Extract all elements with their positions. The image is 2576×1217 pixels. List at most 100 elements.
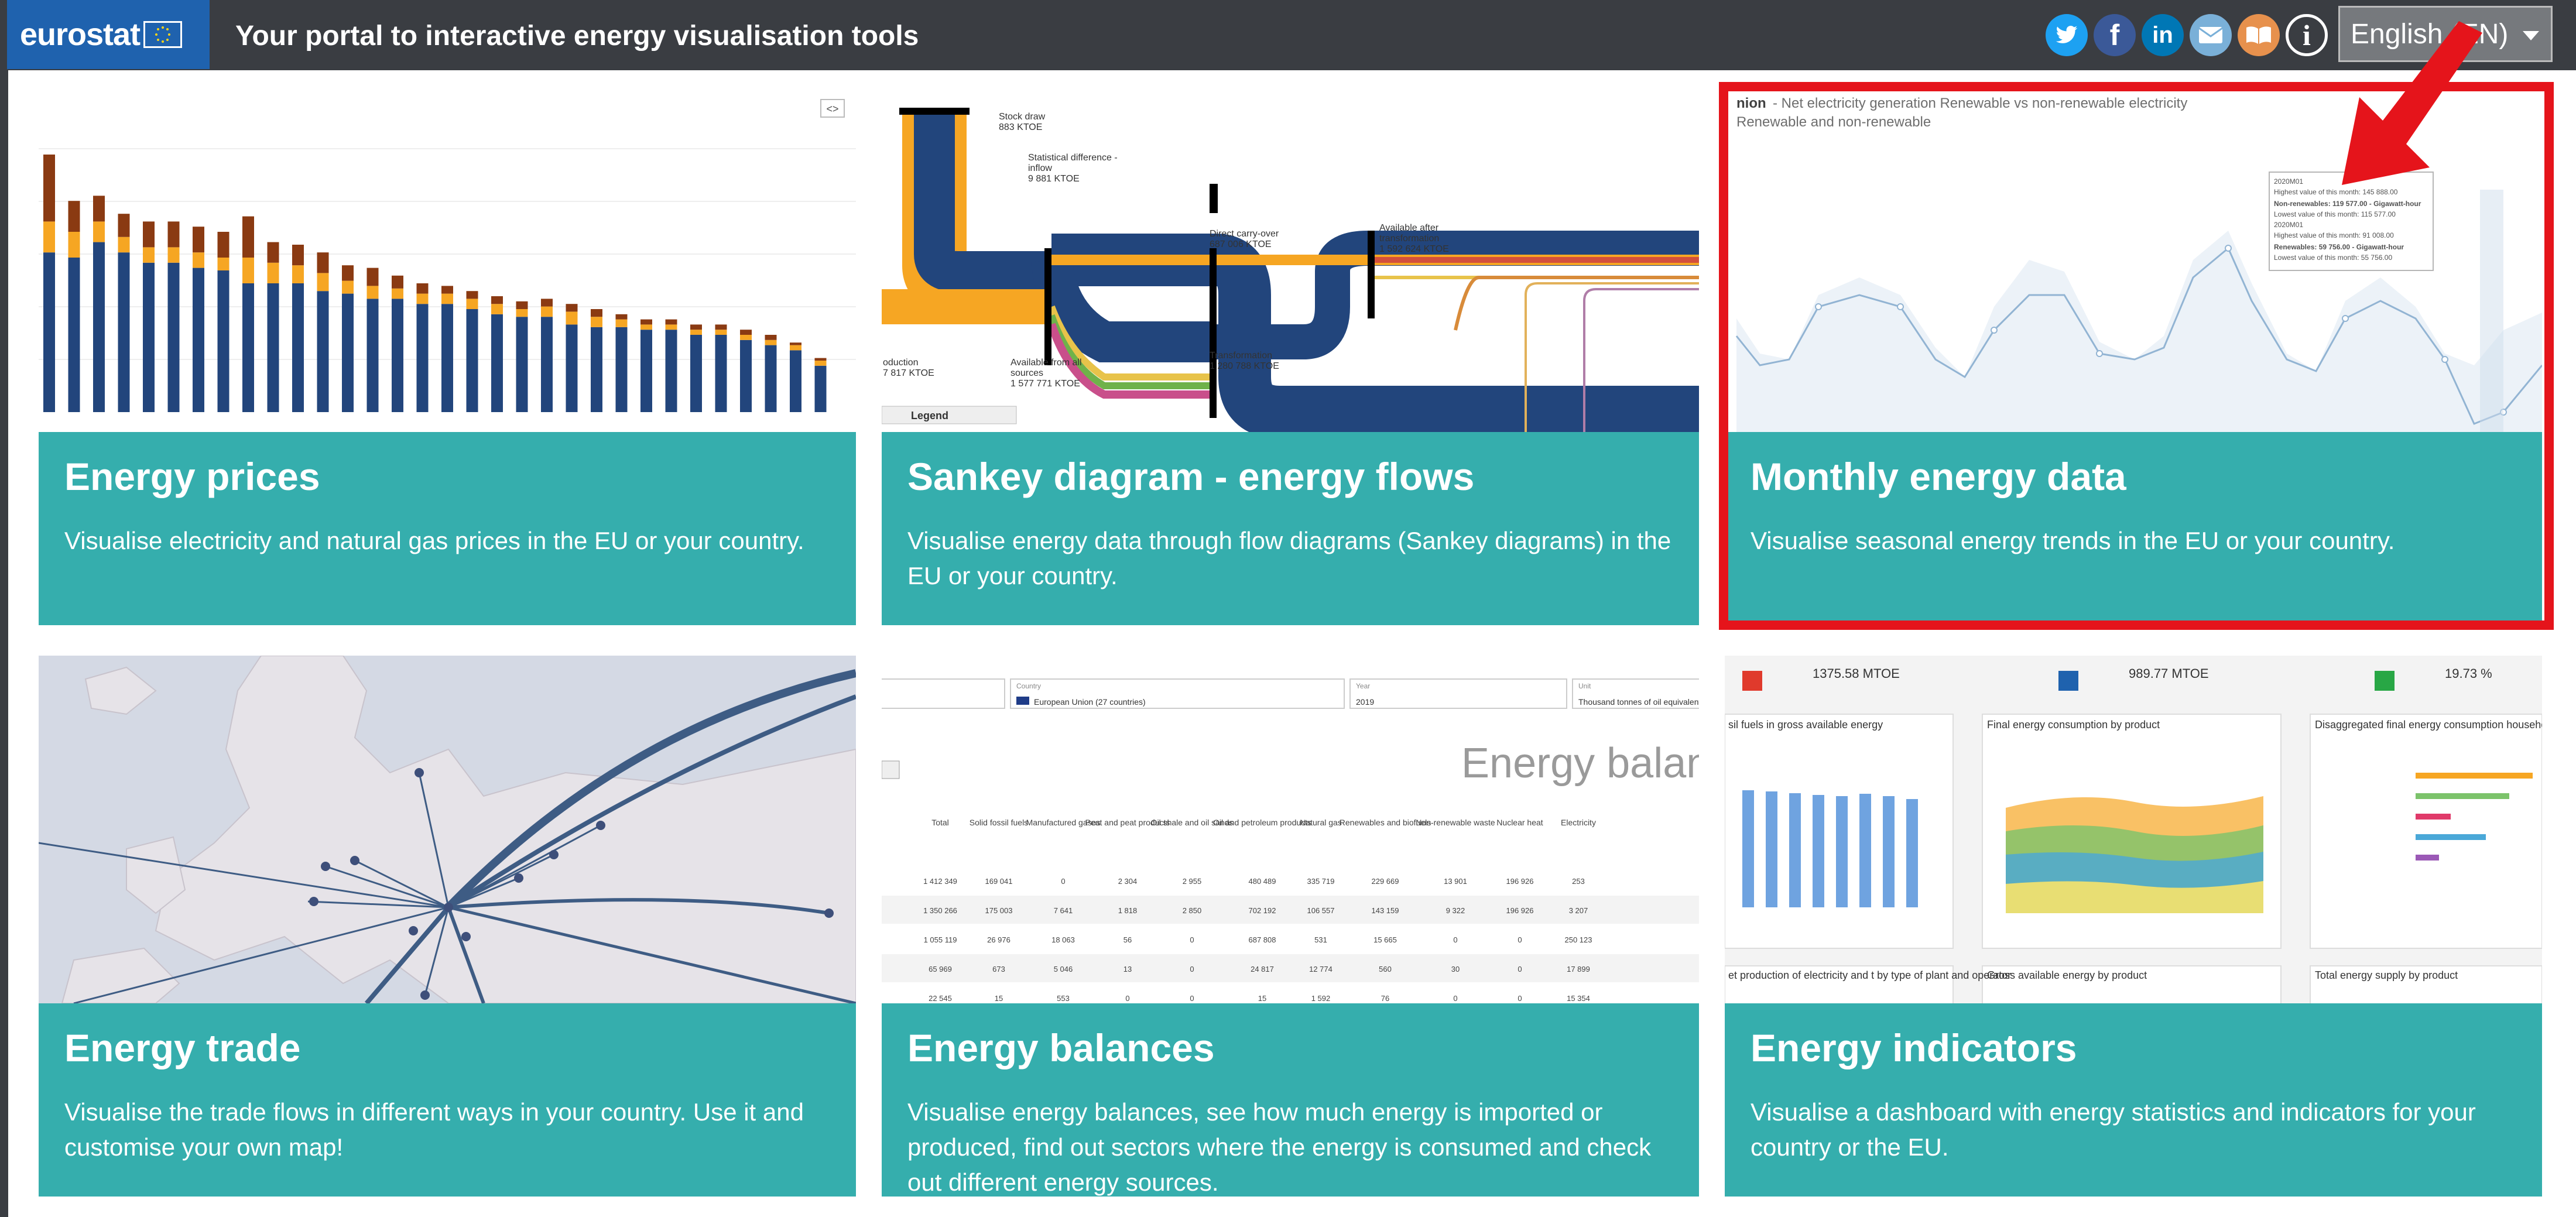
price-bar-segment (740, 335, 752, 340)
price-bar-segment (242, 283, 254, 412)
price-bar-segment (267, 262, 279, 283)
price-bar-segment (516, 301, 528, 309)
balances-heading: Energy balan (1461, 740, 1699, 787)
price-bar-segment (765, 335, 777, 340)
price-bar-segment (491, 304, 503, 314)
price-bar-segment (167, 247, 180, 263)
price-bar-segment (541, 317, 553, 412)
email-icon[interactable] (2190, 14, 2232, 56)
table-cell: 1 818 (1118, 906, 1138, 915)
book-icon[interactable] (2238, 14, 2280, 56)
price-bar-segment (416, 293, 429, 304)
card-description: Visualise electricity and natural gas pr… (64, 527, 804, 554)
svg-text:Available after: Available after (1379, 223, 1439, 233)
price-bar-segment (541, 299, 553, 307)
price-bar-segment (217, 270, 229, 412)
table-cell: 253 (1572, 877, 1585, 886)
table-cell: 15 (995, 994, 1003, 1003)
price-bar-segment (68, 201, 80, 232)
header-bar: eurostat Your portal to interactive ener… (0, 0, 2576, 70)
price-bar-segment (193, 252, 204, 268)
card-energy-prices[interactable]: <> Energy prices Visualise electricity a… (39, 84, 856, 625)
table-cell: 0 (1190, 965, 1194, 973)
price-bar-segment (790, 350, 801, 412)
table-cell: 169 041 (985, 877, 1013, 886)
country-label: Country (1016, 682, 1041, 690)
card-energy-trade[interactable]: Energy trade Visualise the trade flows i… (39, 656, 856, 1197)
price-bar-segment (242, 258, 254, 283)
svg-text:Legend: Legend (911, 410, 948, 421)
tools-grid: <> Energy prices Visualise electricity a… (8, 70, 2576, 1217)
svg-text:1 592 624 KTOE: 1 592 624 KTOE (1379, 244, 1449, 254)
panel-title: Disaggregated final energy consumption h… (2315, 719, 2542, 731)
price-bar-segment (43, 221, 55, 253)
price-bar-segment (765, 345, 777, 412)
price-bar-segment (93, 242, 105, 412)
sankey-label: Stock draw (999, 112, 1046, 122)
svg-text:sources: sources (1010, 368, 1043, 378)
price-bar-segment (615, 314, 628, 320)
table-cell: 17 899 (1567, 965, 1590, 973)
price-bar-segment (640, 319, 652, 325)
svg-text:1 577 771 KTOE: 1 577 771 KTOE (1010, 379, 1080, 389)
table-header: Total (931, 818, 949, 827)
card-energy-indicators[interactable]: 1375.58 MTOE 989.77 MTOE 19.73 % sil fue… (1725, 656, 2542, 1197)
price-bar-segment (143, 262, 155, 412)
price-bar-segment (814, 365, 827, 412)
energy-indicators-thumbnail: 1375.58 MTOE 989.77 MTOE 19.73 % sil fue… (1725, 656, 2542, 1003)
linkedin-icon[interactable]: in (2142, 14, 2184, 56)
table-cell: 1 055 119 (924, 935, 957, 944)
twitter-icon[interactable] (2046, 14, 2088, 56)
energy-prices-chart: <> (39, 99, 856, 412)
page-title: Your portal to interactive energy visual… (235, 20, 919, 52)
table-cell: 196 926 (1506, 906, 1534, 915)
price-bar-segment (566, 324, 578, 412)
price-bar-segment (366, 286, 379, 299)
price-bar-segment (342, 293, 354, 412)
card-description: Visualise energy balances, see how much … (907, 1098, 1652, 1196)
price-bar-segment (466, 291, 478, 299)
table-cell: 12 774 (1309, 965, 1332, 973)
table-cell: 0 (1453, 935, 1457, 944)
price-bar-segment (292, 283, 304, 412)
energy-balances-thumbnail: Country Year Unit European Union (27 cou… (882, 656, 1699, 1003)
card-description: Visualise seasonal energy trends in the … (1751, 527, 2395, 554)
price-bar-segment (441, 304, 453, 412)
facebook-icon[interactable]: f (2094, 14, 2136, 56)
price-bar-segment (416, 304, 429, 412)
card-title: Energy balances (907, 1026, 1215, 1069)
price-bar-segment (466, 299, 478, 309)
price-bar-segment (292, 265, 304, 283)
price-bar-segment (317, 273, 329, 292)
price-bar-segment (516, 309, 528, 317)
card-sankey-diagram[interactable]: Stock draw 883 KTOE Statistical differen… (882, 84, 1699, 625)
price-bar-segment (690, 335, 702, 412)
table-cell: 175 003 (985, 906, 1013, 915)
table-cell: 702 192 (1249, 906, 1276, 915)
table-header: Non-renewable waste (1416, 818, 1495, 827)
card-energy-balances[interactable]: Country Year Unit European Union (27 cou… (882, 656, 1699, 1197)
price-bar-segment (591, 327, 602, 412)
svg-text:7 817 KTOE: 7 817 KTOE (883, 368, 934, 378)
table-cell: 18 063 (1051, 935, 1075, 944)
table-cell: 3 207 (1569, 906, 1588, 915)
price-bar-segment (814, 361, 827, 366)
price-bar-segment (317, 252, 329, 273)
price-bar-segment (640, 330, 652, 412)
table-cell: 0 (1061, 877, 1065, 886)
price-bar-segment (715, 335, 727, 412)
card-title: Energy indicators (1751, 1026, 2077, 1069)
unit-value: Thousand tonnes of oil equivalent (1578, 697, 1699, 707)
price-bar-segment (566, 304, 578, 312)
eurostat-logo[interactable]: eurostat (7, 0, 210, 69)
table-header: Natural gas (1300, 818, 1342, 827)
price-bar-segment (267, 283, 279, 412)
chevron-down-icon (2523, 31, 2539, 40)
card-title: Energy trade (64, 1026, 301, 1069)
price-bar-segment (93, 221, 105, 242)
panel-title: sil fuels in gross available energy (1728, 719, 1883, 731)
price-bar-segment (740, 340, 752, 412)
energy-trade-map (39, 656, 856, 1003)
price-bar-segment (814, 358, 827, 361)
table-cell: 480 489 (1249, 877, 1276, 886)
